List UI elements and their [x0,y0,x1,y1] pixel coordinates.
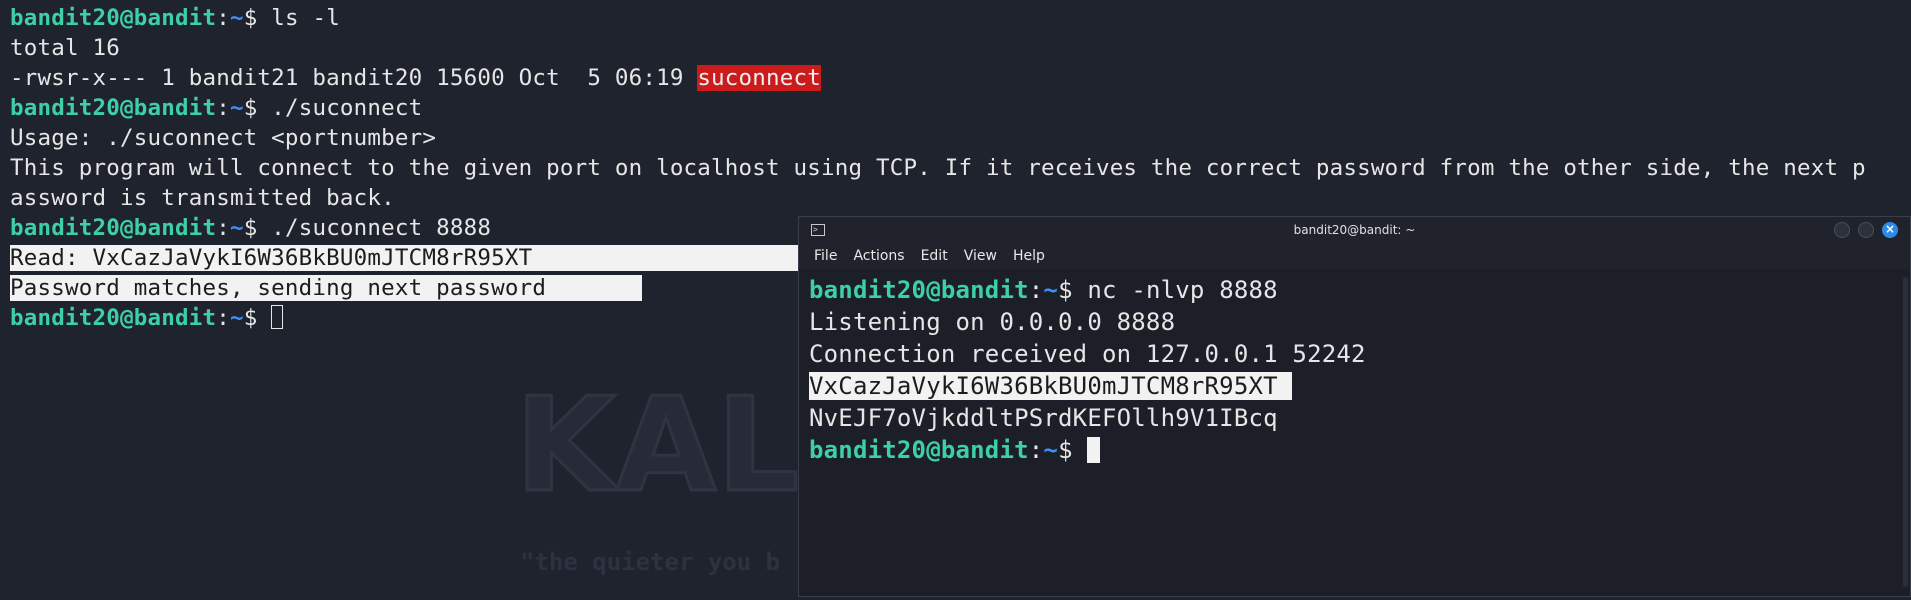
terminal-line: bandit20@bandit:~$ ./suconnect [10,95,423,121]
terminal-prompt-line[interactable]: bandit20@bandit:~$ [809,434,1896,466]
menu-bar: File Actions Edit View Help [799,244,1910,269]
terminal-line-selected: VxCazJaVykI6W36BkBU0mJTCM8rR95XT [809,372,1293,400]
scrollbar[interactable] [1903,277,1908,587]
window-title: bandit20@bandit: ~ [1293,223,1416,237]
terminal-line: bandit20@bandit:~$ nc -nlvp 8888 [809,276,1278,304]
text-cursor [271,305,284,329]
terminal-line: total 16 [10,35,120,61]
maximize-button[interactable] [1858,222,1874,238]
terminal-window[interactable]: > bandit20@bandit: ~ × File Actions Edit Vi… [798,216,1911,597]
terminal-window-output[interactable]: bandit20@bandit:~$ nc -nlvp 8888 Listeni… [809,274,1896,466]
close-button[interactable]: × [1882,222,1898,238]
minimize-button[interactable] [1834,222,1850,238]
terminal-line: Usage: ./suconnect <portnumber> [10,125,437,151]
terminal-line: -rwsr-x--- 1 bandit21 bandit20 15600 Oct… [10,65,822,91]
menu-view[interactable]: View [956,244,1005,269]
menu-edit[interactable]: Edit [913,244,956,269]
menu-file[interactable]: File [799,244,845,269]
wallpaper-tagline: "the quieter you b [520,548,781,576]
close-icon: × [1884,222,1896,236]
terminal-line: bandit20@bandit:~$ ls -l [10,5,340,31]
terminal-line: This program will connect to the given p… [10,155,1866,181]
text-cursor [1087,436,1101,463]
terminal-line: Connection received on 127.0.0.1 52242 [809,340,1366,368]
terminal-line: Listening on 0.0.0.0 8888 [809,308,1176,336]
terminal-line: assword is transmitted back. [10,185,395,211]
terminal-line: NvEJF7oVjkddltPSrdKEFOllh9V1IBcq [809,404,1278,432]
executable-filename: suconnect [697,65,822,91]
menu-actions[interactable]: Actions [845,244,912,269]
menu-help[interactable]: Help [1005,244,1053,269]
title-bar[interactable]: > bandit20@bandit: ~ × [799,217,1910,244]
